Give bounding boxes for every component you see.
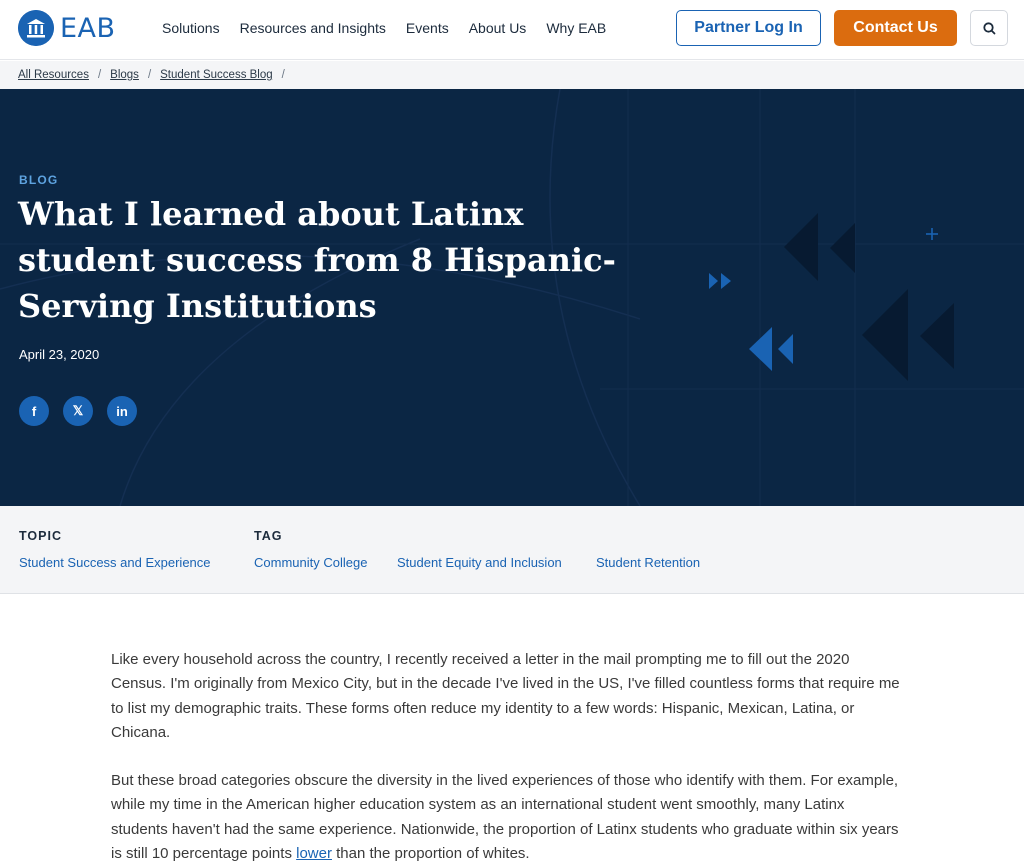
article-paragraph: But these broad categories obscure the d… [111,769,901,866]
article-hero: BLOG What I learned about Latinx student… [0,89,1024,506]
breadcrumb-separator: / [147,69,152,81]
tag-link-student-equity[interactable]: Student Equity and Inclusion [397,555,562,570]
site-header: EAB Solutions Resources and Insights Eve… [0,0,1024,60]
publish-date: April 23, 2020 [19,347,100,362]
breadcrumb-all-resources[interactable]: All Resources [18,69,89,81]
page-title: What I learned about Latinx student succ… [18,195,616,325]
nav-item-solutions[interactable]: Solutions [162,19,220,37]
contact-us-button[interactable]: Contact Us [834,10,957,46]
tag-link-community-college[interactable]: Community College [254,555,367,570]
article-body: Like every household across the country,… [111,648,901,866]
tag-link-student-retention[interactable]: Student Retention [596,555,700,570]
breadcrumb-blogs[interactable]: Blogs [110,69,139,81]
partner-login-button[interactable]: Partner Log In [676,10,821,46]
nav-item-why-eab[interactable]: Why EAB [546,19,606,37]
logo-wordmark: EAB [60,12,116,44]
inline-link-lower[interactable]: lower [296,845,332,862]
breadcrumb-separator: / [97,69,102,81]
main-nav: Solutions Resources and Insights Events … [162,19,626,37]
article-taxonomy: TOPIC Student Success and Experience TAG… [0,506,1024,594]
topic-heading: TOPIC [19,529,62,543]
tag-heading: TAG [254,529,283,543]
eab-logo[interactable]: EAB [18,10,116,46]
share-facebook-button[interactable]: f [19,396,49,426]
search-icon [983,22,996,35]
facebook-icon: f [31,403,37,419]
breadcrumb-student-success-blog[interactable]: Student Success Blog [160,69,273,81]
topic-link[interactable]: Student Success and Experience [19,555,211,570]
linkedin-icon: in [116,403,128,419]
search-button[interactable] [970,10,1008,46]
article-paragraph: Like every household across the country,… [111,651,900,741]
nav-item-about[interactable]: About Us [469,19,527,37]
nav-item-events[interactable]: Events [406,19,449,37]
share-linkedin-button[interactable]: in [107,396,137,426]
article-text: than the proportion of whites. [331,845,530,863]
breadcrumb-separator: / [281,69,285,81]
content-type-label: BLOG [19,173,59,187]
share-x-button[interactable]: 𝕏 [63,396,93,426]
eab-logo-mark-icon [18,10,54,46]
x-icon: 𝕏 [72,403,84,418]
breadcrumb: All Resources / Blogs / Student Success … [0,61,1024,89]
nav-item-resources[interactable]: Resources and Insights [240,19,386,37]
